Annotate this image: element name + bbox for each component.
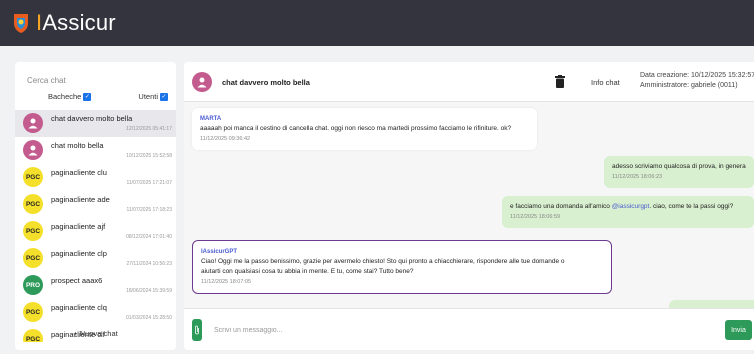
chat-title: chat davvero molto bella [51, 114, 133, 123]
chat-avatar: PGC [23, 248, 43, 268]
message-text: adesso scriviamo qualcosa di prova, in g… [612, 163, 746, 170]
chat-header-title: chat davvero molto bella [222, 78, 310, 87]
chat-timestamp: 01/03/2024 15:28:50 [126, 315, 172, 321]
filter-users[interactable]: Utenti ✓ [138, 92, 168, 101]
chat-list-item[interactable]: PGC paginacliente clq 01/03/2024 15:28:5… [15, 299, 176, 326]
message-sender: IAssicurGPT [201, 249, 238, 255]
message-input[interactable] [208, 317, 718, 343]
person-icon [23, 140, 43, 160]
new-chat-button[interactable]: + Nuova chat [15, 329, 176, 338]
chat-title: prospect aaax6 [51, 276, 103, 285]
brand-logo: IAssicur [36, 10, 116, 35]
chat-avatar: PGC [23, 167, 43, 187]
message-composer: Invia [184, 308, 754, 350]
chat-title: paginacliente clp [51, 249, 107, 258]
chat-list-item[interactable]: chat davvero molto bella 12/12/2025 05:4… [15, 110, 176, 137]
message-time: 11/12/2025 18:06:23 [612, 174, 663, 180]
chat-list-item[interactable]: PGC paginacliente clu 11/07/2025 17:21:0… [15, 164, 176, 191]
chat-title: paginacliente ade [51, 195, 110, 204]
chat-timestamp: 11/07/2025 17:18:23 [126, 207, 172, 213]
chat-avatar: PGC [23, 302, 43, 322]
message-incoming: MARTA aaaaah poi manca il cestino di can… [192, 108, 537, 150]
chat-panel: chat davvero molto bella Info chat Data … [184, 62, 754, 350]
chat-list-item[interactable]: PRO prospect aaax6 18/06/2024 15:39:59 [15, 272, 176, 299]
message-text: aaaaah poi manca il cestino di cancella … [200, 125, 512, 132]
chat-list-item[interactable]: PGC paginacliente ade 11/07/2025 17:18:2… [15, 191, 176, 218]
chat-title: paginacliente ajf [51, 222, 106, 231]
chat-timestamp: 10/12/2025 15:52:58 [126, 153, 172, 159]
chat-list-item[interactable]: PGC paginacliente clp 27/11/2024 10:56:2… [15, 245, 176, 272]
chat-list: chat davvero molto bella 12/12/2025 05:4… [15, 110, 176, 342]
chat-title: chat molto bella [51, 141, 104, 150]
message-bot: IAssicurGPT Ciao! Oggi me la passo benis… [192, 240, 612, 294]
chat-title: paginacliente clu [51, 168, 107, 177]
chat-list-item[interactable]: PGC paginacliente ajf 08/12/2024 17:01:4… [15, 218, 176, 245]
chat-meta: Data creazione: 10/12/2025 15:32:57 Ammi… [640, 71, 754, 91]
checkbox-checked-icon[interactable]: ✓ [160, 92, 168, 101]
send-button[interactable]: Invia [725, 320, 752, 340]
mention-link[interactable]: @iassicurgpt [612, 203, 650, 210]
info-chat-button[interactable]: Info chat [591, 78, 620, 87]
chat-timestamp: 12/12/2025 05:41:17 [126, 126, 172, 132]
chat-title: paginacliente clq [51, 303, 107, 312]
chat-admin: Amministratore: gabriele (0011) [640, 82, 738, 89]
chat-timestamp: 27/11/2024 10:56:23 [126, 261, 172, 267]
message-outgoing: adesso scriviamo qualcosa di prova, in g… [604, 156, 754, 188]
logo-icon [12, 12, 30, 34]
message-time: 11/12/2025 18:06:59 [510, 214, 561, 220]
chat-list-item[interactable]: chat molto bella 10/12/2025 15:52:58 [15, 137, 176, 164]
message-text: e facciamo una domanda all'amico @iassic… [510, 203, 734, 210]
paperclip-icon[interactable] [192, 319, 202, 341]
chat-avatar: PRO [23, 275, 43, 295]
filter-boards[interactable]: Bacheche ✓ [48, 92, 92, 101]
search-chat-input[interactable]: Cerca chat [27, 76, 66, 85]
message-list: MARTA aaaaah poi manca il cestino di can… [184, 102, 754, 310]
message-outgoing: e facciamo una domanda all'amico @iassic… [502, 196, 754, 228]
chat-timestamp: 08/12/2024 17:01:40 [126, 234, 172, 240]
chat-timestamp: 18/06/2024 15:39:59 [126, 288, 172, 294]
message-time: 11/12/2025 18:07:05 [201, 279, 252, 285]
chat-header: chat davvero molto bella Info chat Data … [184, 62, 754, 102]
message-text-line: aiutarti con qualsiasi cosa tu abbia in … [201, 268, 414, 275]
chat-filters: Bacheche ✓ Utenti ✓ [48, 92, 168, 101]
checkbox-checked-icon[interactable]: ✓ [83, 92, 92, 101]
message-time: 11/12/2025 09:36:42 [200, 136, 251, 142]
app-header: IAssicur [0, 0, 754, 46]
chat-avatar: PGC [23, 221, 43, 241]
person-icon [192, 72, 212, 92]
chat-timestamp: 11/07/2025 17:21:07 [126, 180, 172, 186]
message-text-line: Ciao! Oggi me la passo benissimo, grazie… [201, 258, 565, 265]
chat-avatar: PGC [23, 194, 43, 214]
message-sender: MARTA [200, 116, 222, 122]
trash-icon[interactable] [555, 75, 565, 88]
person-icon [23, 113, 43, 133]
creation-date: Data creazione: 10/12/2025 15:32:57 [640, 72, 754, 79]
chat-sidebar: Cerca chat Bacheche ✓ Utenti ✓ chat davv… [15, 62, 176, 350]
